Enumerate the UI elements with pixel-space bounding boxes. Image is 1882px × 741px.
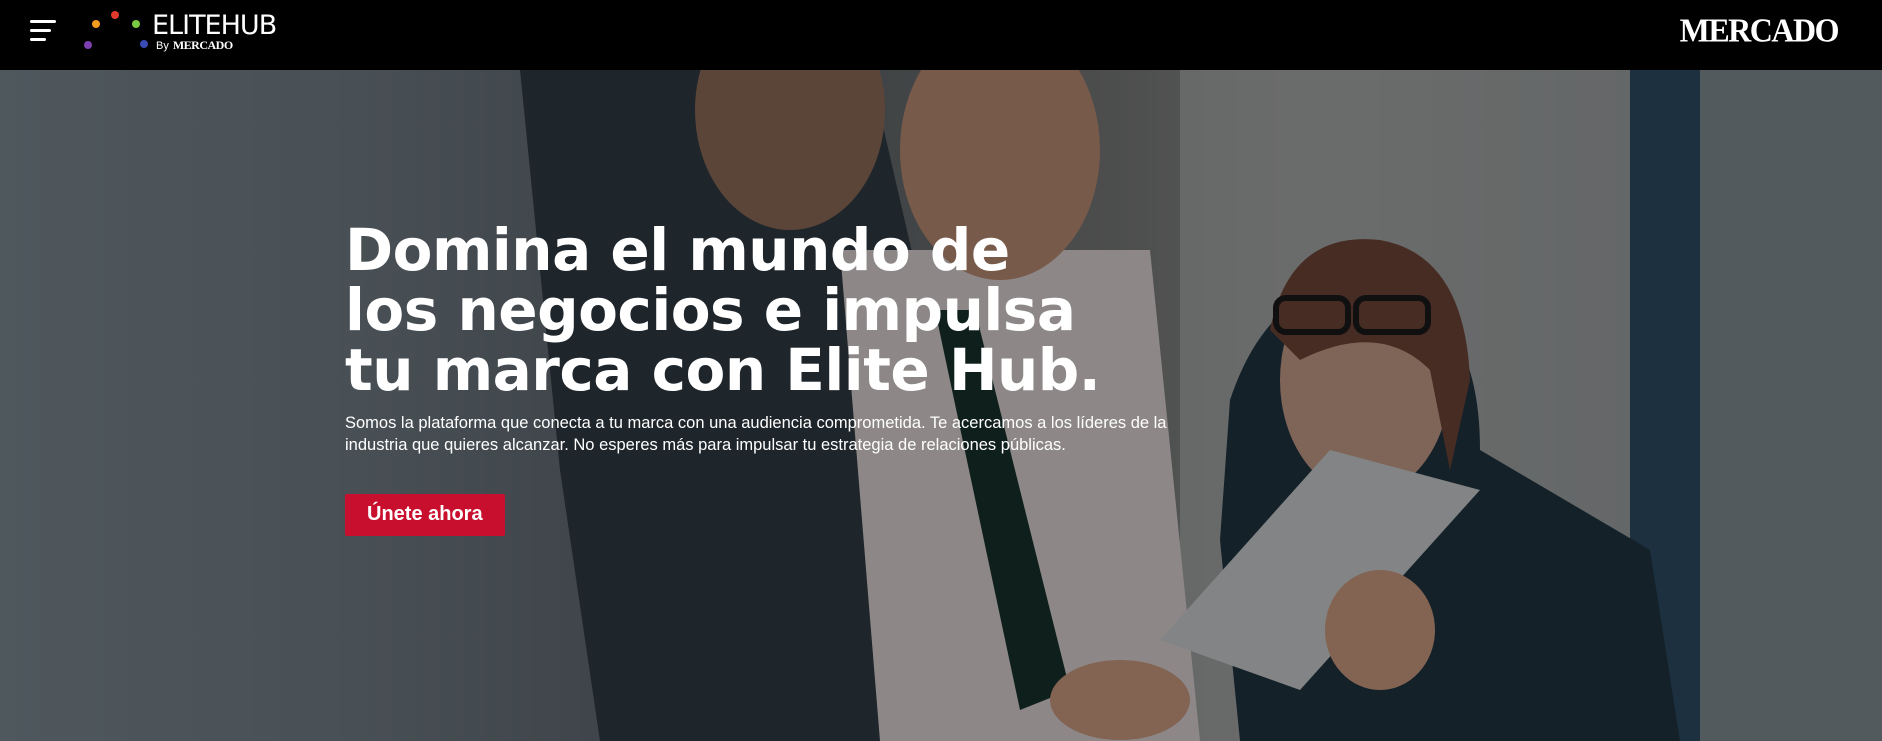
- hero-title: Domina el mundo de los negocios e impuls…: [345, 216, 1101, 404]
- page: ELITEHUB By MERCADO MERCADO Domina el mu…: [0, 0, 1882, 741]
- logo-word-hub: HUB: [220, 10, 278, 41]
- hamburger-menu-icon[interactable]: [30, 20, 58, 42]
- elite-hub-logo[interactable]: ELITEHUB By MERCADO: [80, 8, 290, 58]
- logo-dots-icon: [84, 11, 148, 49]
- hero-content: Domina el mundo de los negocios e impuls…: [345, 220, 1245, 536]
- join-now-button[interactable]: Únete ahora: [345, 494, 505, 536]
- mercado-logo[interactable]: MERCADO: [1680, 11, 1840, 50]
- logo-word-elite: ELITE: [152, 10, 222, 41]
- logo-byline: By MERCADO: [156, 38, 233, 53]
- hero-section: Domina el mundo de los negocios e impuls…: [0, 70, 1882, 741]
- logo-by-brand: MERCADO: [172, 38, 233, 52]
- logo-by-text: By: [156, 40, 169, 52]
- logo-wordmark: ELITEHUB: [152, 10, 278, 41]
- hero-description: Somos la plataforma que conecta a tu mar…: [345, 414, 1167, 454]
- top-navigation-bar: ELITEHUB By MERCADO MERCADO: [0, 0, 1882, 70]
